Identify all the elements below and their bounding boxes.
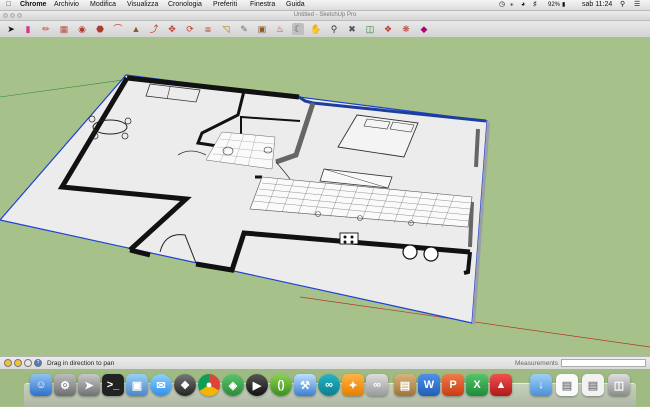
text-tool-icon[interactable]: ▣: [256, 23, 268, 35]
ruby-tool-icon[interactable]: ◆: [418, 23, 430, 35]
tape-measure-tool-icon[interactable]: ✎: [238, 23, 250, 35]
sink-bowl: [402, 244, 418, 260]
offset-tool-icon[interactable]: ◹: [220, 23, 232, 35]
messages-icon[interactable]: ✉: [150, 374, 172, 396]
extension-tool-icon[interactable]: ❋: [400, 23, 412, 35]
arc-tool-icon[interactable]: ⌒: [112, 23, 124, 35]
window-title: Untitled - SketchUp Pro: [293, 12, 357, 18]
menu-archivio[interactable]: Archivio: [54, 0, 79, 10]
battery-icon[interactable]: ▮: [562, 0, 565, 10]
floor-plan-model: [0, 74, 650, 348]
apple-logo-icon[interactable]: : [6, 0, 11, 10]
menu-preferiti[interactable]: Preferiti: [213, 0, 237, 10]
menu-visualizza[interactable]: Visualizza: [127, 0, 158, 10]
terminal-icon[interactable]: >_: [102, 374, 124, 396]
unity-icon[interactable]: ◈: [222, 374, 244, 396]
pan-tool-icon[interactable]: ✋: [310, 23, 322, 35]
rotate-tool-icon[interactable]: ⟳: [184, 23, 196, 35]
notification-center-icon[interactable]: ☰: [634, 0, 640, 10]
finder-icon[interactable]: ☺: [30, 374, 52, 396]
statusbar: ? Drag in direction to pan Measurements: [0, 356, 650, 370]
select-tool-icon[interactable]: ➤: [5, 23, 17, 35]
clock-icon[interactable]: ◷: [499, 0, 505, 10]
documents-icon[interactable]: ▤: [556, 374, 578, 396]
menu-guida[interactable]: Guida: [286, 0, 305, 10]
components-tool-icon[interactable]: ❖: [382, 23, 394, 35]
arduino-icon[interactable]: ∞: [318, 374, 340, 396]
window-titlebar: Untitled - SketchUp Pro: [0, 11, 650, 21]
follow-me-tool-icon[interactable]: ⤴: [148, 23, 160, 35]
menu-finestra[interactable]: Finestra: [250, 0, 275, 10]
safari-icon[interactable]: ❖: [174, 374, 196, 396]
trash-icon[interactable]: ◫: [608, 374, 630, 396]
menubar:  Chrome Archivio Modifica Visualizza Cr…: [0, 0, 650, 11]
sink-bowl: [423, 246, 439, 262]
move-tool-icon[interactable]: ✥: [166, 23, 178, 35]
wall-right-upper: [474, 128, 480, 168]
system-preferences-icon[interactable]: ⚙: [54, 374, 76, 396]
sketchup-viewport[interactable]: [0, 37, 650, 356]
excel-icon[interactable]: X: [466, 374, 488, 396]
orbit-tool-icon[interactable]: ☾: [292, 23, 304, 35]
avid-icon[interactable]: ▶: [246, 374, 268, 396]
menu-cronologia[interactable]: Cronologia: [168, 0, 202, 10]
eraser-tool-icon[interactable]: ▮: [22, 23, 34, 35]
chrome-icon[interactable]: ●: [198, 374, 220, 396]
geo-location-icon[interactable]: [4, 359, 12, 367]
wifi-icon[interactable]: ◕: [521, 0, 525, 10]
cooktop: [339, 232, 359, 245]
paint-bucket-tool-icon[interactable]: ♨: [274, 23, 286, 35]
dock: ☺ ⚙ ➤ >_ ▣ ✉ ❖ ● ◈ ▶ () ⚒ ∞ ✦ ∞ ▤ W P X …: [0, 369, 650, 407]
credits-icon[interactable]: [14, 359, 22, 367]
push-pull-tool-icon[interactable]: ▲: [130, 23, 142, 35]
volume-icon[interactable]: ♯: [533, 0, 537, 10]
downloads-icon[interactable]: ↓: [530, 374, 552, 396]
library-icon[interactable]: ▤: [394, 374, 416, 396]
launchpad-icon[interactable]: ➤: [78, 374, 100, 396]
xcode-icon[interactable]: ⚒: [294, 374, 316, 396]
menu-modifica[interactable]: Modifica: [90, 0, 116, 10]
clock[interactable]: sab 11:24: [582, 0, 612, 10]
zoom-tool-icon[interactable]: ⚲: [328, 23, 340, 35]
user-icon[interactable]: [24, 359, 32, 367]
rectangle-tool-icon[interactable]: ▦: [58, 23, 70, 35]
measurements-input[interactable]: [561, 359, 646, 367]
stack-icon[interactable]: ▤: [582, 374, 604, 396]
battery-percent[interactable]: 92%: [548, 0, 560, 10]
pencil-tool-icon[interactable]: ✏: [40, 23, 52, 35]
sublime-icon[interactable]: ✦: [342, 374, 364, 396]
help-icon[interactable]: ?: [34, 359, 42, 367]
menu-chrome[interactable]: Chrome: [20, 0, 46, 10]
scale-tool-icon[interactable]: ⧈: [202, 23, 214, 35]
powerpoint-icon[interactable]: P: [442, 374, 464, 396]
glasses-icon[interactable]: ∞: [366, 374, 388, 396]
circle-tool-icon[interactable]: ◉: [76, 23, 88, 35]
spotlight-icon[interactable]: ⚲: [620, 0, 625, 10]
preview-icon[interactable]: ▣: [126, 374, 148, 396]
plants-icon[interactable]: (): [270, 374, 292, 396]
zoom-extents-tool-icon[interactable]: ✖: [346, 23, 358, 35]
sketchup-icon[interactable]: ▲: [490, 374, 512, 396]
polygon-tool-icon[interactable]: ⬣: [94, 23, 106, 35]
word-icon[interactable]: W: [418, 374, 440, 396]
bluetooth-icon[interactable]: ⁎: [510, 0, 514, 10]
3d-warehouse-tool-icon[interactable]: ◫: [364, 23, 376, 35]
sketchup-toolbar: ➤ ▮ ✏ ▦ ◉ ⬣ ⌒ ▲ ⤴ ✥ ⟳ ⧈ ◹ ✎ ▣ ♨ ☾ ✋ ⚲ ✖ …: [0, 21, 650, 38]
